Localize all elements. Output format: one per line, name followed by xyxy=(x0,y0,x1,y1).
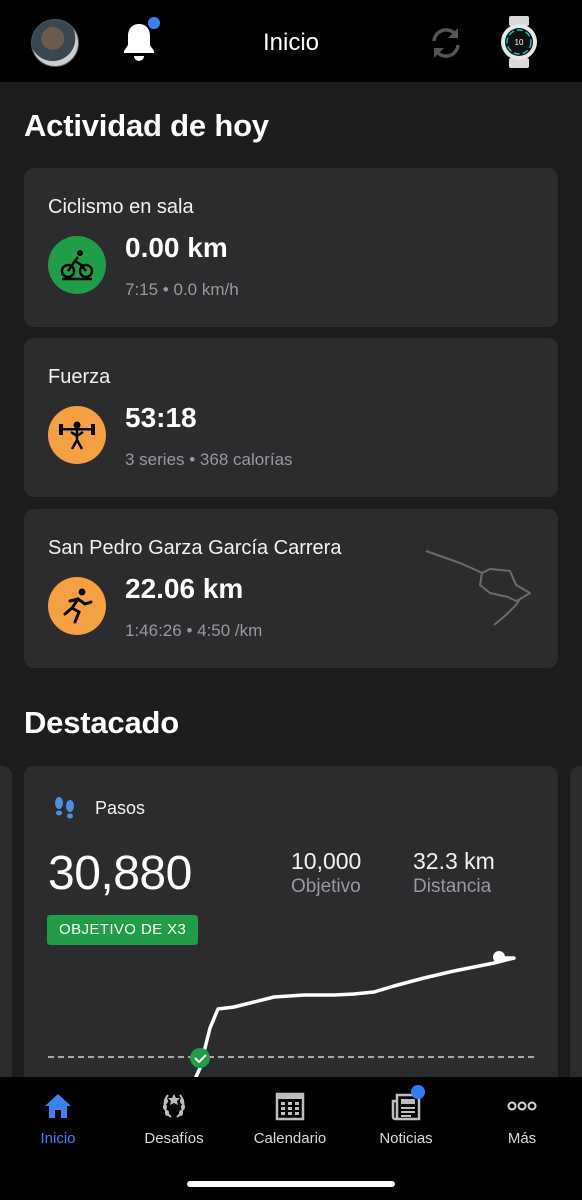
nav-label-calendar: Calendario xyxy=(253,1130,327,1147)
top-bar: Inicio 10 xyxy=(0,0,582,82)
notification-dot xyxy=(148,17,160,29)
more-icon xyxy=(507,1101,537,1111)
nav-label-more: Más xyxy=(507,1130,537,1147)
footprints-icon xyxy=(55,797,74,819)
calendar-icon xyxy=(275,1092,305,1121)
today-activity-title: Actividad de hoy xyxy=(24,108,269,143)
sync-icon[interactable] xyxy=(426,24,466,62)
strength-icon xyxy=(48,406,106,464)
nav-item-news[interactable]: Noticias xyxy=(348,1077,464,1157)
distance-label: Distancia xyxy=(413,876,492,897)
nav-item-calendar[interactable]: Calendario xyxy=(232,1077,348,1157)
steps-label: Pasos xyxy=(95,798,146,818)
running-icon xyxy=(48,577,106,635)
steps-progress-chart xyxy=(48,951,536,1086)
activity-details: 3 series • 368 calorías xyxy=(125,450,293,469)
activity-card-strength[interactable]: Fuerza 53:18 3 series • 368 calorías xyxy=(24,338,558,497)
bottom-navigation: Inicio Desafíos Calendario Noticias Más xyxy=(0,1077,582,1200)
home-indicator xyxy=(187,1181,395,1187)
distance-value: 32.3 km xyxy=(413,848,495,874)
goal-reached-marker xyxy=(190,1048,210,1068)
home-icon xyxy=(45,1094,71,1118)
nav-item-home[interactable]: Inicio xyxy=(0,1077,116,1157)
steps-goal-label: Objetivo xyxy=(291,876,361,897)
news-notification-dot xyxy=(411,1085,425,1099)
activity-distance: 22.06 km xyxy=(125,573,244,604)
page-title: Inicio xyxy=(262,29,320,56)
activity-card-indoor-cycling[interactable]: Ciclismo en sala 0.00 km 7:15 • 0.0 km/h xyxy=(24,168,558,327)
steps-current-point xyxy=(493,951,505,963)
previous-card-peek[interactable] xyxy=(0,766,12,1086)
indoor-cycling-icon xyxy=(48,236,106,294)
svg-text:10: 10 xyxy=(515,38,524,47)
next-card-peek[interactable] xyxy=(570,766,582,1086)
steps-card[interactable]: Pasos 30,880 10,000 Objetivo 32.3 km Dis… xyxy=(24,766,558,1086)
activity-details: 7:15 • 0.0 km/h xyxy=(125,280,239,299)
activity-name: Fuerza xyxy=(48,366,111,388)
nav-label-challenges: Desafíos xyxy=(144,1130,204,1147)
steps-progress-line xyxy=(190,956,516,1086)
watch-device-icon[interactable]: 10 xyxy=(499,16,539,68)
activity-name: Ciclismo en sala xyxy=(48,196,194,218)
nav-label-home: Inicio xyxy=(40,1130,76,1147)
activity-distance: 0.00 km xyxy=(125,232,228,263)
nav-label-news: Noticias xyxy=(379,1130,433,1147)
laurel-icon xyxy=(163,1094,185,1118)
featured-title: Destacado xyxy=(24,705,179,740)
route-map-thumbnail xyxy=(425,550,531,626)
nav-item-challenges[interactable]: Desafíos xyxy=(116,1077,232,1157)
activity-card-running[interactable]: San Pedro Garza García Carrera 22.06 km … xyxy=(24,509,558,668)
activity-name: San Pedro Garza García Carrera xyxy=(48,537,342,559)
activity-duration: 53:18 xyxy=(125,402,197,433)
activity-details: 1:46:26 • 4:50 /km xyxy=(125,621,263,640)
nav-item-more[interactable]: Más xyxy=(464,1077,580,1157)
steps-goal-value: 10,000 xyxy=(291,848,362,874)
steps-value: 30,880 xyxy=(48,847,192,900)
